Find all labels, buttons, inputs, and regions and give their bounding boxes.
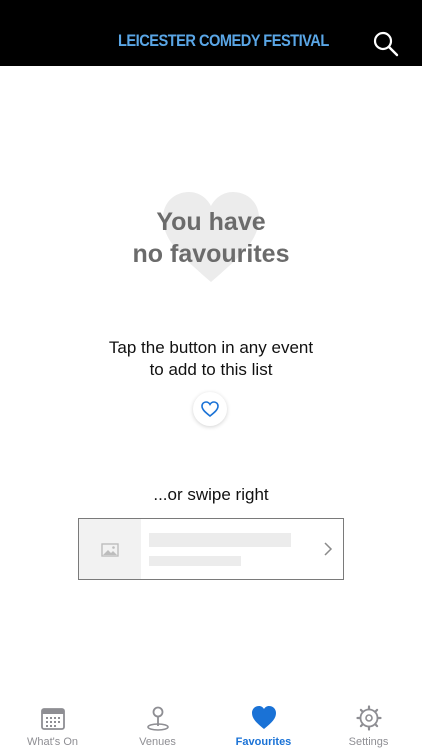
tab-whats-on[interactable]: What's On xyxy=(0,700,105,750)
tab-label: Settings xyxy=(348,736,389,748)
card-thumbnail xyxy=(79,519,141,579)
tab-settings[interactable]: Settings xyxy=(316,700,421,750)
empty-title: You have no favourites xyxy=(0,206,422,270)
swipe-hint-text: ...or swipe right xyxy=(153,485,269,504)
heart-icon xyxy=(252,706,276,729)
festival-logo: LEICESTER COMEDY FESTIVAL xyxy=(118,30,329,56)
tab-venues[interactable]: Venues xyxy=(105,700,210,750)
search-button[interactable] xyxy=(372,30,404,58)
tab-label: What's On xyxy=(26,736,78,748)
heart-outline-icon xyxy=(201,401,219,417)
card-title-placeholder xyxy=(149,533,291,547)
instruction-line1: Tap the button in any event xyxy=(108,338,314,357)
app-header: LEICESTER COMEDY FESTIVAL xyxy=(0,0,422,66)
chevron-right-icon xyxy=(324,542,333,556)
instruction-line2: to add to this list xyxy=(149,360,273,379)
tab-favourites[interactable]: Favourites xyxy=(211,700,316,750)
tab-label: Favourites xyxy=(235,736,292,748)
image-icon xyxy=(101,543,119,557)
gear-icon xyxy=(356,705,382,731)
map-pin-icon xyxy=(147,706,169,731)
instruction-text: Tap the button in any event to add to th… xyxy=(0,337,422,381)
calendar-icon xyxy=(41,708,65,730)
example-event-card xyxy=(78,518,344,580)
tab-bar: What's On Venues Favourites Settings xyxy=(0,700,422,750)
tab-label: Venues xyxy=(139,736,176,748)
empty-title-line1: You have xyxy=(156,208,266,236)
favourite-button[interactable] xyxy=(193,392,227,426)
logo-text: LEICESTER COMEDY FESTIVAL xyxy=(118,31,329,50)
empty-state: You have no favourites xyxy=(0,186,422,286)
empty-title-line2: no favourites xyxy=(132,240,290,268)
search-icon xyxy=(373,31,399,57)
card-subtitle-placeholder xyxy=(149,556,241,566)
